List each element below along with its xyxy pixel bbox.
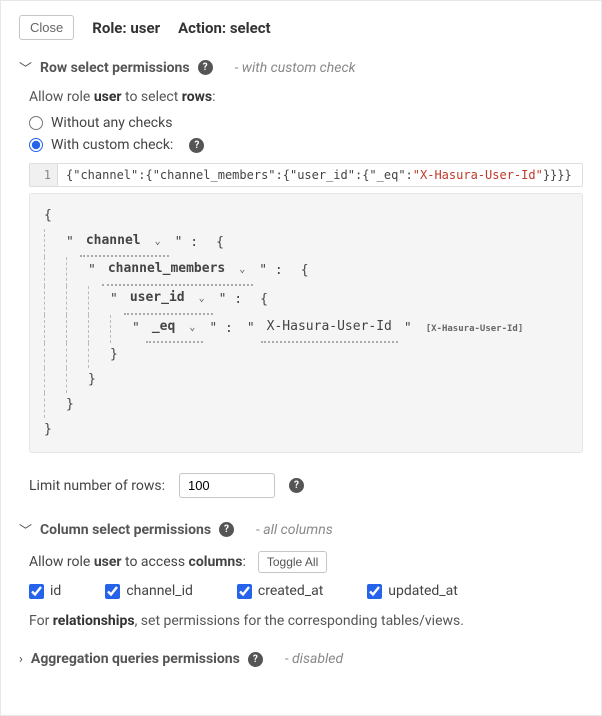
row-allow-text: Allow role user to select rows: (29, 89, 583, 105)
chevron-down-icon: ⌄ (199, 289, 205, 308)
radio-with-input[interactable] (29, 138, 43, 152)
row-permissions-toggle[interactable]: ﹀ Row select permissions ? - with custom… (19, 58, 583, 77)
chevron-right-icon: › (19, 652, 23, 667)
radio-with-custom-check[interactable]: With custom check: ? (29, 137, 583, 153)
limit-rows-row: Limit number of rows: ? (29, 473, 583, 498)
row-permissions-title: Row select permissions (40, 60, 190, 76)
chevron-down-icon: ⌄ (189, 318, 195, 337)
column-permissions-section: ﹀ Column select permissions ? - all colu… (19, 520, 583, 629)
limit-label: Limit number of rows: (29, 478, 165, 494)
aggregation-permissions-note: - disabled (285, 651, 343, 667)
permissions-header: Close Role: user Action: select (19, 15, 583, 40)
limit-input[interactable] (179, 473, 275, 498)
aggregation-permissions-toggle[interactable]: › Aggregation queries permissions ? - di… (19, 651, 583, 667)
chevron-down-icon: ﹀ (19, 520, 32, 539)
token-badge: [X-Hasura-User-Id] (426, 321, 524, 338)
column-checkbox-id[interactable]: id (29, 583, 61, 599)
tree-key-user-id[interactable]: user_id⌄ (124, 286, 213, 315)
radio-without-input[interactable] (29, 116, 43, 130)
help-icon[interactable]: ? (248, 652, 263, 667)
column-permissions-toggle[interactable]: ﹀ Column select permissions ? - all colu… (19, 520, 583, 539)
chevron-down-icon: ⌄ (239, 260, 245, 279)
column-permissions-note: - all columns (256, 522, 333, 538)
aggregation-permissions-title: Aggregation queries permissions (31, 651, 240, 667)
tree-value-input[interactable]: X-Hasura-User-Id (261, 315, 398, 344)
column-checkbox-updated-at[interactable]: updated_at (367, 583, 458, 599)
relationships-hint: For relationships, set permissions for t… (29, 613, 583, 629)
code-line[interactable]: 1 {"channel":{"channel_members":{"user_i… (29, 163, 583, 187)
header-action: Action: select (178, 19, 271, 37)
help-icon[interactable]: ? (219, 522, 234, 537)
close-button[interactable]: Close (19, 15, 74, 40)
aggregation-permissions-section: › Aggregation queries permissions ? - di… (19, 651, 583, 667)
help-icon[interactable]: ? (289, 478, 304, 493)
radio-without-checks[interactable]: Without any checks (29, 115, 583, 131)
row-permissions-note: - with custom check (235, 60, 356, 76)
help-icon[interactable]: ? (189, 138, 204, 153)
row-permissions-section: ﹀ Row select permissions ? - with custom… (19, 58, 583, 498)
column-checkbox-created-at[interactable]: created_at (237, 583, 323, 599)
tree-key-channel[interactable]: channel⌄ (80, 229, 169, 258)
tree-key-channel-members[interactable]: channel_members⌄ (102, 257, 253, 286)
chevron-down-icon: ﹀ (19, 58, 32, 77)
custom-check-tree: { " channel⌄ " :{ " channel_members⌄ " :… (29, 193, 583, 453)
column-allow-text: Allow role user to access columns: (29, 554, 246, 570)
column-checkbox-group: id channel_id created_at updated_at (29, 583, 583, 599)
column-checkbox-channel-id[interactable]: channel_id (105, 583, 193, 599)
code-gutter: 1 (30, 164, 58, 186)
code-content[interactable]: {"channel":{"channel_members":{"user_id"… (58, 164, 580, 186)
column-permissions-title: Column select permissions (40, 522, 211, 538)
header-role: Role: user (92, 19, 160, 37)
custom-check-code: 1 {"channel":{"channel_members":{"user_i… (29, 163, 583, 187)
chevron-down-icon: ⌄ (155, 232, 161, 251)
help-icon[interactable]: ? (198, 60, 213, 75)
check-radio-group: Without any checks With custom check: ? (29, 115, 583, 153)
toggle-all-button[interactable]: Toggle All (258, 551, 327, 573)
tree-key-eq[interactable]: _eq⌄ (146, 315, 204, 344)
